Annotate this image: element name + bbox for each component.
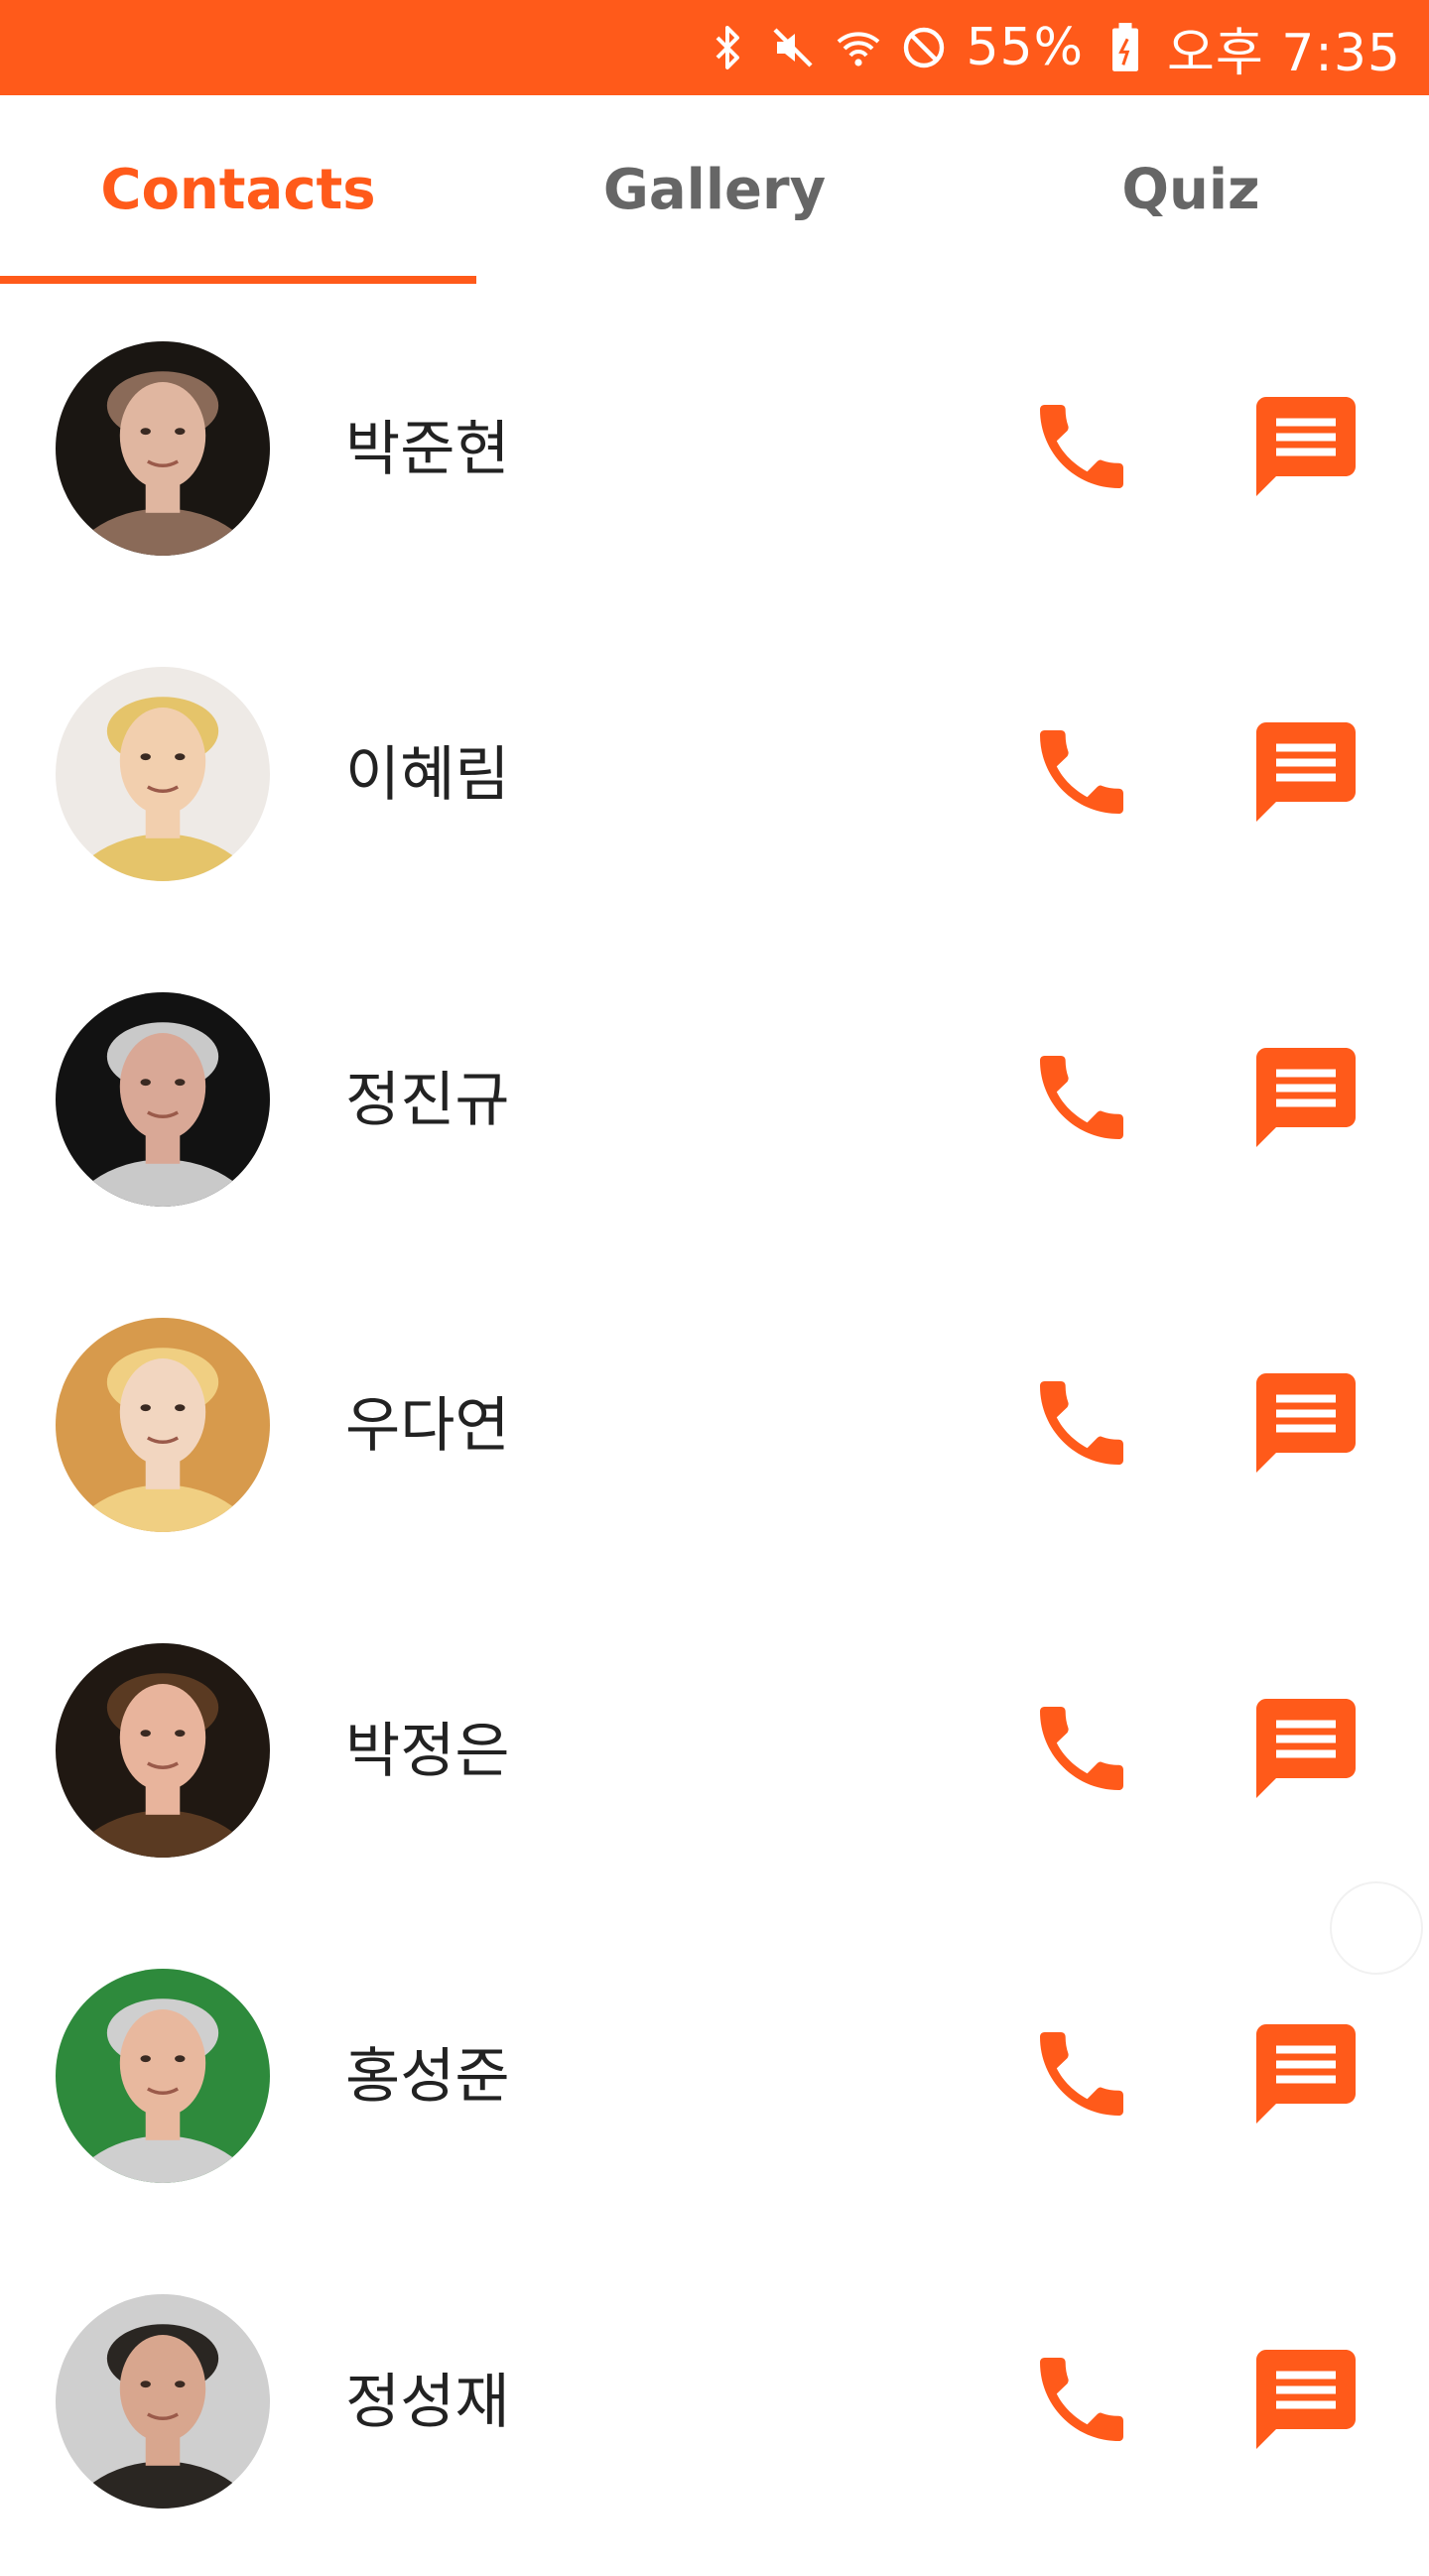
status-clock: 오후 7:35 — [1167, 23, 1401, 83]
message-button[interactable] — [1246, 714, 1365, 834]
battery-icon — [1102, 23, 1149, 71]
chat-bubble-icon — [1246, 387, 1365, 510]
contact-row[interactable]: 정성재 — [0, 2251, 1429, 2576]
tab-label: Quiz — [1121, 157, 1260, 222]
contact-name: 정진규 — [345, 1066, 510, 1135]
chat-bubble-icon — [1246, 1363, 1365, 1486]
status-icons: 55% 오후 7:35 — [704, 0, 1401, 95]
avatar — [56, 1318, 270, 1532]
call-button[interactable] — [1026, 2346, 1137, 2457]
call-button[interactable] — [1026, 1044, 1137, 1155]
bluetooth-icon — [704, 24, 751, 71]
chat-bubble-icon — [1246, 712, 1365, 836]
do-not-disturb-icon — [900, 24, 948, 71]
contact-name: 이혜림 — [345, 740, 510, 810]
message-button[interactable] — [1246, 2342, 1365, 2461]
tab-bar: Contacts Gallery Quiz — [0, 95, 1429, 284]
message-button[interactable] — [1246, 1040, 1365, 1159]
phone-icon — [1026, 2018, 1137, 2133]
contact-name: 박정은 — [345, 1717, 510, 1786]
call-button[interactable] — [1026, 1369, 1137, 1481]
scroll-handle[interactable] — [1330, 1881, 1423, 1975]
tab-quiz[interactable]: Quiz — [953, 95, 1429, 284]
chat-bubble-icon — [1246, 1038, 1365, 1161]
phone-icon — [1026, 1693, 1137, 1808]
avatar — [56, 2294, 270, 2509]
call-button[interactable] — [1026, 2020, 1137, 2131]
avatar — [56, 1643, 270, 1858]
phone-icon — [1026, 2344, 1137, 2459]
battery-percent: 55% — [966, 18, 1085, 77]
avatar — [56, 1969, 270, 2183]
wifi-icon — [835, 24, 882, 71]
tab-label: Gallery — [602, 157, 827, 222]
contact-row[interactable]: 우다연 — [0, 1274, 1429, 1600]
chat-bubble-icon — [1246, 2014, 1365, 2137]
avatar — [56, 341, 270, 556]
contact-row[interactable]: 홍성준 — [0, 1925, 1429, 2251]
contact-list: 박준현 이혜림 정진규 우다연 박정은 홍성준 정성재 — [0, 298, 1429, 2576]
mute-icon — [769, 24, 817, 71]
contact-row[interactable]: 박정은 — [0, 1600, 1429, 1925]
active-tab-indicator — [0, 276, 476, 284]
status-bar: 55% 오후 7:35 — [0, 0, 1429, 95]
chat-bubble-icon — [1246, 1689, 1365, 1812]
avatar — [56, 992, 270, 1207]
phone-icon — [1026, 1042, 1137, 1157]
tab-label: Contacts — [100, 157, 376, 222]
phone-icon — [1026, 716, 1137, 832]
tab-contacts[interactable]: Contacts — [0, 95, 476, 284]
contact-name: 정성재 — [345, 2368, 510, 2437]
message-button[interactable] — [1246, 1365, 1365, 1484]
message-button[interactable] — [1246, 1691, 1365, 1810]
contact-name: 우다연 — [345, 1391, 510, 1461]
contact-row[interactable]: 박준현 — [0, 298, 1429, 623]
contact-name: 홍성준 — [345, 2042, 510, 2112]
tab-gallery[interactable]: Gallery — [476, 95, 953, 284]
phone-icon — [1026, 391, 1137, 506]
call-button[interactable] — [1026, 393, 1137, 504]
contact-row[interactable]: 이혜림 — [0, 623, 1429, 949]
contact-row[interactable]: 정진규 — [0, 949, 1429, 1274]
call-button[interactable] — [1026, 718, 1137, 830]
contact-name: 박준현 — [345, 415, 510, 484]
phone-icon — [1026, 1367, 1137, 1482]
message-button[interactable] — [1246, 389, 1365, 508]
message-button[interactable] — [1246, 2016, 1365, 2135]
call-button[interactable] — [1026, 1695, 1137, 1806]
chat-bubble-icon — [1246, 2340, 1365, 2463]
avatar — [56, 667, 270, 881]
